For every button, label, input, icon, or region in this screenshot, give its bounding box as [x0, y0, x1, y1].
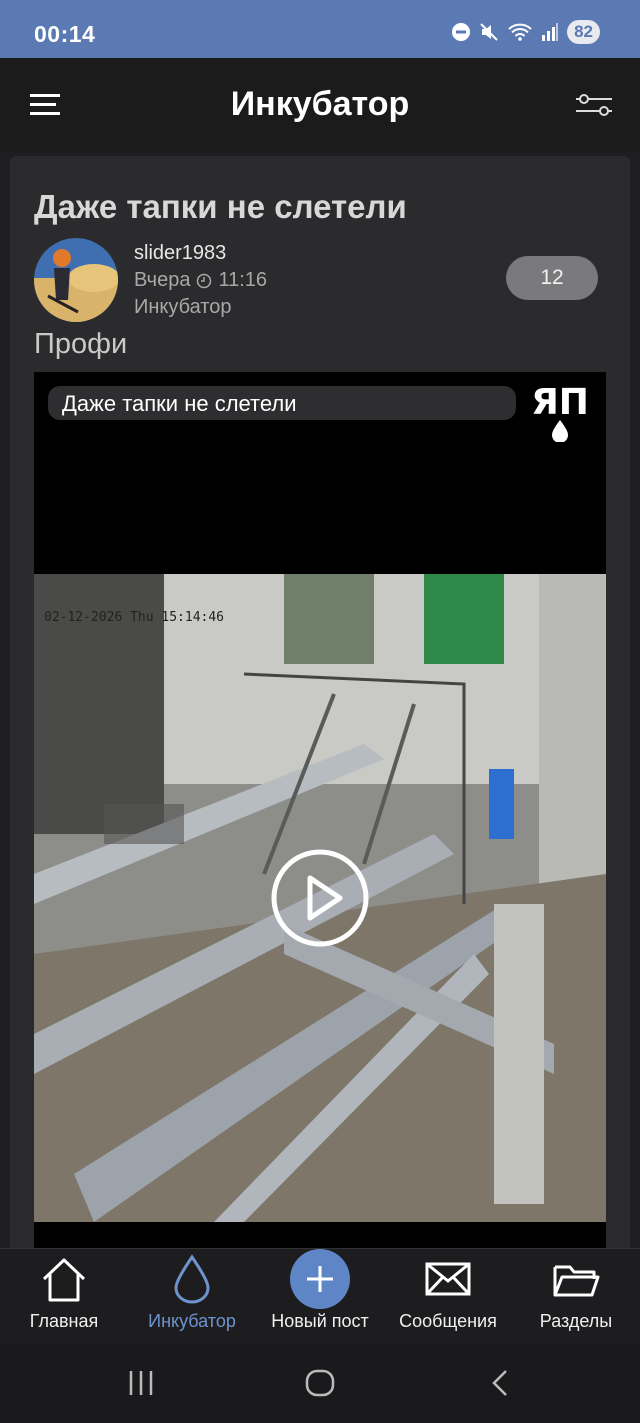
home-circle-icon — [305, 1369, 335, 1397]
play-icon — [271, 849, 369, 947]
filter-button[interactable] — [574, 91, 614, 119]
nav-messages[interactable]: Сообщения — [396, 1249, 500, 1345]
recents-button[interactable] — [126, 1368, 156, 1403]
signal-icon — [541, 22, 559, 42]
envelope-icon — [425, 1262, 471, 1296]
drop-icon — [174, 1254, 210, 1304]
play-button[interactable] — [270, 848, 370, 948]
folder-icon — [553, 1265, 600, 1297]
video-frame: 02-12-2026 Thu 15:14:46 — [34, 574, 606, 1222]
nav-home[interactable]: Главная — [18, 1249, 110, 1345]
dnd-icon — [451, 22, 471, 42]
nav-sections[interactable]: Разделы — [528, 1249, 624, 1345]
plus-icon — [290, 1249, 350, 1309]
back-icon — [492, 1370, 507, 1396]
status-time: 00:14 — [34, 21, 96, 47]
comment-count-badge[interactable]: 12 — [506, 256, 598, 300]
nav-incubator[interactable]: Инкубатор — [140, 1249, 244, 1345]
yp-logo: ЯП — [528, 380, 592, 443]
post-tag[interactable]: Профи — [34, 328, 127, 361]
home-icon — [42, 1258, 86, 1302]
page-title: Инкубатор — [230, 85, 410, 123]
clock-icon — [197, 273, 212, 288]
wifi-icon — [507, 22, 533, 42]
nav-messages-label: Сообщения — [399, 1311, 497, 1331]
mute-icon — [479, 22, 499, 42]
post-date: Вчера 11:16 — [134, 269, 267, 292]
home-system-button[interactable] — [304, 1368, 336, 1403]
post-title[interactable]: Даже тапки не слетели — [34, 188, 407, 226]
nav-home-label: Главная — [29, 1311, 99, 1331]
video-player[interactable]: Даже тапки не слетели ЯП 02-12-2026 Thu … — [34, 372, 606, 1256]
camera-timestamp: 02-12-2026 Thu 15:14:46 — [44, 610, 225, 625]
status-bar: 00:14 82 — [0, 0, 640, 58]
status-icons: 82 — [451, 20, 600, 44]
back-button[interactable] — [486, 1368, 514, 1403]
nav-new-post-label: Новый пост — [271, 1311, 369, 1331]
battery-level: 82 — [567, 20, 600, 44]
post-section[interactable]: Инкубатор — [134, 296, 231, 319]
nav-incubator-label: Инкубатор — [148, 1311, 236, 1331]
sliders-icon — [576, 94, 612, 116]
avatar[interactable] — [34, 238, 118, 322]
bottom-nav: Главная Инкубатор Новый пост Сообщения Р… — [0, 1248, 640, 1344]
video-caption: Даже тапки не слетели — [48, 386, 516, 420]
app-bar: Инкубатор — [0, 58, 640, 152]
post-card: Даже тапки не слетели slider1983 Вчера 1… — [10, 156, 630, 1256]
nav-sections-label: Разделы — [539, 1311, 613, 1331]
nav-new-post[interactable]: Новый пост — [264, 1249, 376, 1345]
svg-text:ЯП: ЯП — [531, 382, 589, 423]
system-nav-bar — [0, 1344, 640, 1423]
author-name[interactable]: slider1983 — [134, 242, 226, 265]
recents-icon — [129, 1371, 153, 1395]
post-time: 11:16 — [218, 269, 268, 291]
date-label: Вчера — [134, 269, 191, 291]
